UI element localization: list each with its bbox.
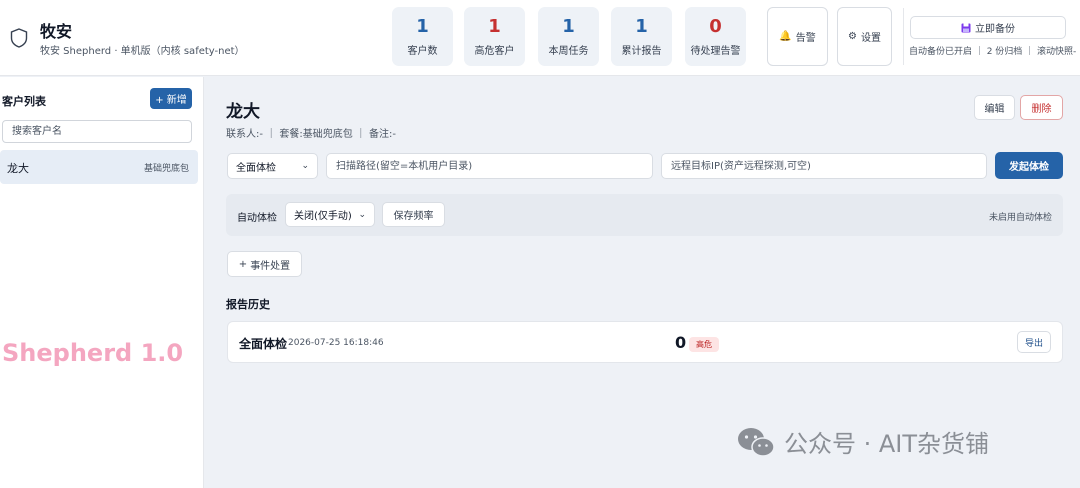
remote-ip-input[interactable] (661, 153, 987, 179)
scan-type-value: 全面体检 (236, 162, 276, 174)
risk-badge: 高危 (689, 337, 719, 352)
delete-button[interactable]: 删除 (1020, 95, 1063, 120)
shield-icon (10, 28, 28, 48)
report-name: 全面体检 (239, 337, 288, 351)
settings-label: 设置 (860, 33, 881, 44)
start-scan-button[interactable]: 发起体检 (995, 152, 1063, 179)
edit-button[interactable]: 编辑 (974, 95, 1015, 120)
chevron-down-icon: ⌄ (358, 209, 366, 220)
chevron-down-icon: ⌄ (301, 161, 309, 171)
report-row: 全面体检 2026-07-25 16:18:46 0 高危 导出 (227, 321, 1063, 363)
stat-value: 1 (488, 16, 501, 37)
stat-label: 待处理告警 (690, 46, 741, 57)
stat-weekly-tasks: 1 本周任务 (538, 7, 599, 66)
stat-total-reports: 1 累计报告 (611, 7, 672, 66)
watermark-text: 公众号 · AIT杂货铺 (784, 430, 990, 458)
customer-sidebar: 客户列表 + 新增 龙大 基础兜底包 Shepherd 1.0 (0, 77, 204, 488)
wechat-icon (738, 427, 775, 457)
sidebar-title: 客户列表 (2, 95, 46, 108)
save-frequency-button[interactable]: 保存频率 (382, 202, 445, 227)
auto-scan-status: 未启用自动体检 (988, 213, 1052, 223)
customer-name: 龙大 (7, 162, 29, 175)
report-time: 2026-07-25 16:18:46 (288, 338, 384, 348)
app-subtitle: 牧安 Shepherd · 单机版（内核 safety-net） (40, 46, 245, 57)
auto-scan-label: 自动体检 (237, 213, 277, 224)
stat-customers: 1 客户数 (392, 7, 453, 66)
customer-package: 基础兜底包 (143, 164, 189, 174)
stat-label: 高危客户 (474, 46, 515, 57)
alert-button[interactable]: 🔔 告警 (767, 7, 828, 66)
stat-value: 0 (709, 16, 722, 37)
auto-scan-panel: 自动体检 关闭(仅手动) ⌄ 保存频率 未启用自动体检 (226, 194, 1063, 236)
app-header: 牧安 牧安 Shepherd · 单机版（内核 safety-net） 1 客户… (0, 0, 1080, 76)
scan-type-select[interactable]: 全面体检 ⌄ (227, 153, 318, 179)
backup-status: 自动备份已开启 ｜ 2 份归档 ｜ 滚动快照- (909, 47, 1077, 57)
customer-title: 龙大 (226, 102, 260, 122)
plus-icon: + (238, 258, 248, 270)
backup-button[interactable]: 立即备份 (910, 16, 1066, 39)
customer-meta: 联系人:- ｜ 套餐:基础兜底包 ｜ 备注:- (226, 129, 397, 140)
backup-label: 立即备份 (975, 24, 1015, 35)
save-icon (961, 23, 971, 32)
stat-value: 1 (416, 16, 429, 37)
auto-scan-mode-select[interactable]: 关闭(仅手动) ⌄ (285, 202, 375, 227)
event-handling-button[interactable]: + 事件处置 (227, 251, 302, 277)
settings-button[interactable]: ⚙ 设置 (837, 7, 892, 66)
stat-value: 1 (635, 16, 648, 37)
brand-mark: Shepherd 1.0 (2, 339, 184, 367)
gear-icon: ⚙ (848, 31, 857, 42)
customer-search-input[interactable] (2, 120, 192, 143)
customer-list-item[interactable]: 龙大 基础兜底包 (0, 150, 198, 184)
stat-value: 1 (562, 16, 575, 37)
stat-label: 本周任务 (548, 46, 589, 57)
event-label: 事件处置 (250, 260, 291, 272)
scan-path-input[interactable] (326, 153, 653, 179)
add-customer-button[interactable]: + 新增 (150, 88, 192, 109)
app-title: 牧安 (40, 22, 73, 41)
stat-pending-alerts: 0 待处理告警 (685, 7, 746, 66)
alert-label: 告警 (795, 33, 816, 44)
stat-label: 累计报告 (621, 46, 662, 57)
stat-label: 客户数 (407, 46, 438, 57)
report-history-title: 报告历史 (226, 298, 270, 311)
bell-icon: 🔔 (779, 31, 792, 42)
report-count: 0 (675, 333, 687, 352)
export-button[interactable]: 导出 (1017, 331, 1051, 353)
header-divider (903, 8, 904, 65)
stat-high-risk: 1 高危客户 (464, 7, 525, 66)
auto-scan-mode-value: 关闭(仅手动) (294, 211, 352, 222)
watermark: 公众号 · AIT杂货铺 (736, 424, 989, 459)
